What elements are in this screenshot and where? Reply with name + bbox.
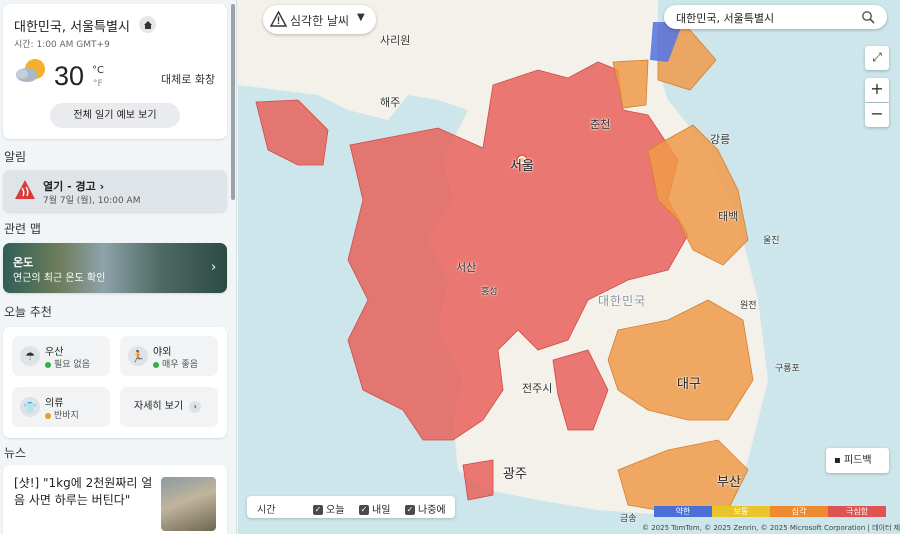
running-icon: 🏃 (128, 346, 148, 366)
alert-title: 열기 - 경고 › (43, 180, 105, 193)
home-icon[interactable] (139, 16, 156, 33)
alerts-section-title: 알림 (4, 150, 27, 164)
legend-extreme: 극심함 (828, 506, 886, 517)
rec-status: 필요 없음 (45, 357, 90, 370)
warning-icon (15, 180, 35, 199)
time-filter-label: 시간 (257, 505, 276, 516)
check-icon: ✓ (405, 505, 415, 515)
rec-clothing[interactable]: 👕 의류 반바지 (12, 387, 110, 427)
temperature-map-card[interactable]: 온도 연근의 최근 온도 확인 › (3, 243, 227, 293)
map-label-wonjeon: 원전 (740, 301, 757, 311)
temperature-value: 30 (54, 61, 85, 91)
unit-celsius[interactable]: °C (92, 65, 104, 76)
checkbox-tomorrow[interactable]: ✓ 내일 (359, 501, 390, 516)
map-label-seosan: 서산 (456, 261, 477, 274)
search-value: 대한민국, 서울특별시 (676, 12, 775, 25)
chevron-down-icon: ▼ (357, 12, 365, 23)
checkbox-later[interactable]: ✓ 나중에 (405, 501, 446, 516)
severe-weather-label: 심각한 날씨 (290, 14, 350, 28)
news-card[interactable]: [샷!] "1kg에 2천원짜리 얼음 사면 하루는 버틴다" (3, 465, 227, 534)
check-icon: ✓ (313, 505, 323, 515)
rec-outdoor[interactable]: 🏃 야외 매우 좋음 (120, 336, 218, 376)
news-section-title: 뉴스 (4, 446, 27, 460)
local-time: 시간: 1:00 AM GMT+9 (14, 40, 110, 50)
umbrella-icon: ☂ (20, 346, 40, 366)
recommendations-section-title: 오늘 추천 (4, 305, 52, 319)
map-label-seoul[interactable]: 서울 (510, 155, 534, 174)
map-canvas[interactable] (238, 0, 900, 534)
map-card-title: 온도 (13, 256, 34, 269)
weather-map[interactable] (238, 0, 900, 534)
severe-region-south (462, 459, 494, 501)
map-label-korea: 대한민국 (598, 294, 647, 308)
plus-icon: + (870, 79, 884, 98)
map-card-subtitle: 연근의 최근 온도 확인 (13, 273, 106, 284)
unit-fahrenheit[interactable]: °F (93, 79, 103, 89)
map-label-sariwon: 사리원 (380, 34, 411, 47)
clothing-icon: 👕 (20, 397, 40, 417)
mostly-sunny-icon (16, 59, 45, 82)
map-label-jeonju: 전주시 (522, 382, 553, 395)
current-weather-card: 대한민국, 서울특별시 시간: 1:00 AM GMT+9 30 °C °F 대… (3, 4, 227, 139)
location-label: 대한민국, 서울특별시 (14, 20, 130, 35)
expand-icon: ⤢ (872, 50, 882, 64)
see-more-button[interactable]: 자세히 보기 › (120, 387, 218, 427)
recommendations-card: ☂ 우산 필요 없음 🏃 야외 매우 좋음 👕 의류 반바지 자세히 보기 › (3, 327, 227, 438)
severe-weather-dropdown[interactable]: 심각한 날씨 ▼ (263, 5, 376, 34)
alert-date: 7월 7일 (월), 10:00 AM (43, 196, 141, 206)
full-forecast-button[interactable]: 전체 일기 예보 보기 (50, 103, 180, 128)
chevron-right-icon: › (211, 260, 217, 275)
legend-moderate: 보통 (712, 506, 770, 517)
severity-legend: 약한 보통 심각 극심함 (654, 506, 886, 517)
news-headline[interactable]: [샷!] "1kg에 2천원짜리 얼음 사면 하루는 버틴다" (14, 475, 162, 509)
feedback-icon: ▪ (834, 455, 841, 466)
warning-icon (270, 11, 287, 27)
search-icon[interactable] (861, 10, 875, 24)
rec-title: 야외 (153, 347, 172, 358)
rec-title: 의류 (45, 398, 64, 409)
map-label-gangneung: 강릉 (710, 133, 731, 146)
heat-alert-card[interactable]: 열기 - 경고 › 7월 7일 (월), 10:00 AM (3, 170, 227, 212)
map-label-chuncheon: 춘천 (590, 118, 611, 131)
map-label-gwangju: 광주 (503, 467, 527, 482)
map-label-geumsan: 금송 (620, 514, 637, 524)
rec-umbrella[interactable]: ☂ 우산 필요 없음 (12, 336, 110, 376)
sidebar: 대한민국, 서울특별시 시간: 1:00 AM GMT+9 30 °C °F 대… (0, 0, 237, 534)
checkbox-today[interactable]: ✓ 오늘 (313, 501, 344, 516)
map-label-busan: 부산 (717, 475, 741, 490)
location-search-input[interactable]: 대한민국, 서울특별시 (664, 5, 887, 29)
chevron-right-icon: › (189, 401, 202, 413)
map-label-hongseong: 홍성 (481, 287, 498, 297)
rec-status: 매우 좋음 (153, 357, 198, 370)
zoom-in-button[interactable]: + (865, 78, 889, 102)
minus-icon: − (870, 104, 884, 123)
legend-minor: 약한 (654, 506, 712, 517)
map-label-guryongpo: 구룡포 (775, 364, 800, 374)
map-label-haeju: 해주 (380, 96, 401, 109)
map-label-daegu: 대구 (677, 377, 701, 392)
check-icon: ✓ (359, 505, 369, 515)
expand-map-button[interactable]: ⤢ (865, 46, 889, 70)
chevron-right-icon: › (99, 180, 105, 193)
map-label-uljin: 울진 (763, 236, 780, 246)
weather-condition: 대체로 화창 (161, 73, 216, 86)
feedback-button[interactable]: ▪ 피드백 (826, 448, 889, 473)
rec-title: 우산 (45, 347, 64, 358)
time-filter-panel: 시간 ✓ 오늘 ✓ 내일 ✓ 나중에 (247, 496, 455, 518)
zoom-out-button[interactable]: − (865, 103, 889, 127)
map-copyright[interactable]: © 2025 TomTom, © 2025 Zenrin, © 2025 Mic… (642, 523, 900, 533)
news-thumbnail[interactable] (161, 477, 216, 531)
related-map-section-title: 관련 맵 (4, 222, 41, 236)
map-label-taebaek: 태백 (718, 210, 739, 223)
rec-status: 반바지 (45, 408, 79, 421)
sidebar-scrollbar[interactable] (231, 4, 235, 200)
legend-severe: 심각 (770, 506, 828, 517)
